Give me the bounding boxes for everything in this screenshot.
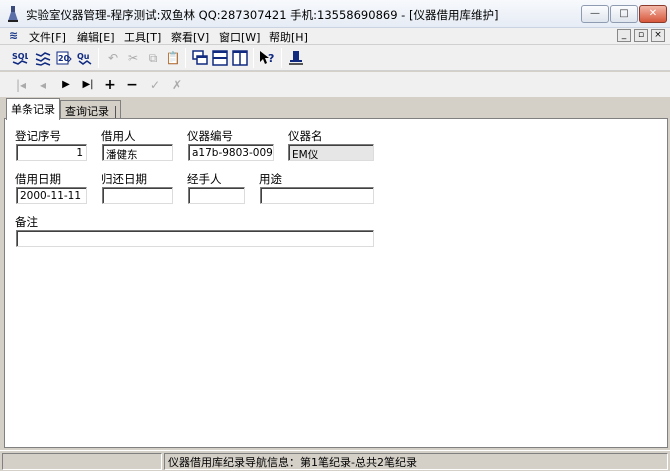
- toolbar-separator: [253, 48, 254, 68]
- menu-help[interactable]: 帮助[H]: [269, 29, 308, 45]
- toolbar-separator: [185, 48, 186, 68]
- report-icon-4: Qu: [77, 52, 92, 65]
- instrument-name-label: 仪器名: [288, 129, 323, 143]
- cut-button[interactable]: ✂: [123, 48, 143, 68]
- cascade-icon: [192, 50, 208, 65]
- maximize-button[interactable]: □: [610, 5, 638, 23]
- single-record-panel: 登记序号 1 借用人 潘健东 仪器编号 a17b-9803-009 仪器名 EM…: [4, 118, 668, 448]
- next-record-button[interactable]: ▶: [56, 75, 76, 95]
- return-date-label: 归还日期: [101, 172, 147, 186]
- tab-strip: 单条记录 查询记录: [0, 97, 670, 120]
- undo-icon: ↶: [107, 51, 119, 65]
- report-icon-1: SQL: [12, 52, 28, 65]
- delete-record-button[interactable]: −: [122, 75, 142, 95]
- menu-view[interactable]: 察看[V]: [171, 29, 209, 45]
- tab-single-record[interactable]: 单条记录: [6, 98, 60, 120]
- report-icon-3: 20: [56, 51, 72, 65]
- remark-field[interactable]: [16, 230, 374, 247]
- help-button[interactable]: ?: [258, 48, 278, 68]
- mdi-close-button[interactable]: ×: [651, 29, 665, 42]
- tile-vertical-button[interactable]: [230, 48, 250, 68]
- svg-text:SQL: SQL: [12, 52, 28, 61]
- borrower-label: 借用人: [101, 129, 136, 143]
- handler-field[interactable]: [188, 187, 245, 204]
- cancel-record-button[interactable]: ✗: [167, 75, 187, 95]
- reg-no-label: 登记序号: [15, 129, 61, 143]
- status-bar: 仪器借用库纪录导航信息：第1笔纪录-总共2笔纪录: [0, 450, 670, 471]
- report-button-3[interactable]: 20: [54, 48, 74, 68]
- purpose-label: 用途: [259, 172, 282, 186]
- tab-query-records-label: 查询记录: [65, 105, 109, 118]
- borrow-date-field[interactable]: 2000-11-11: [16, 187, 87, 204]
- main-toolbar: SQL 20 Qu ↶ ✂ ⧉ 📋 ?: [0, 45, 670, 71]
- delete-record-icon: −: [126, 77, 138, 93]
- window-title: 实验室仪器管理-程序测试:双鱼林 QQ:287307421 手机:1355869…: [26, 8, 499, 22]
- last-record-icon: ▶|: [82, 79, 94, 90]
- report-icon-2: [35, 52, 51, 66]
- borrow-date-label: 借用日期: [15, 172, 61, 186]
- navigation-toolbar: |◂ ◂ ▶ ▶| + − ✓ ✗: [0, 72, 670, 97]
- remark-label: 备注: [15, 215, 38, 229]
- prev-record-button[interactable]: ◂: [33, 75, 53, 95]
- next-record-icon: ▶: [62, 79, 70, 90]
- paste-button[interactable]: 📋: [163, 48, 183, 68]
- instrument-no-field[interactable]: a17b-9803-009: [188, 144, 274, 161]
- cancel-record-icon: ✗: [171, 78, 183, 92]
- menu-tools[interactable]: 工具[T]: [124, 29, 161, 45]
- report-button-2[interactable]: [33, 48, 53, 68]
- menu-edit[interactable]: 编辑[E]: [77, 29, 115, 45]
- prev-record-icon: ◂: [39, 78, 47, 92]
- close-button[interactable]: ✕: [639, 5, 667, 23]
- copy-button[interactable]: ⧉: [143, 48, 163, 68]
- menu-file[interactable]: 文件[F]: [29, 29, 66, 45]
- mdi-minimize-button[interactable]: _: [617, 29, 631, 42]
- add-record-icon: +: [104, 77, 116, 93]
- instrument-name-field: EM仪: [288, 144, 374, 161]
- return-date-field[interactable]: [102, 187, 173, 204]
- tile-horizontal-icon: [212, 50, 228, 66]
- first-record-icon: |◂: [15, 78, 27, 92]
- app-icon: [8, 6, 18, 22]
- exit-icon: [289, 51, 303, 65]
- edit-record-icon: ✓: [149, 78, 161, 92]
- paste-icon: 📋: [165, 51, 181, 65]
- edit-record-button[interactable]: ✓: [145, 75, 165, 95]
- svg-text:Qu: Qu: [77, 52, 90, 61]
- mdi-restore-button[interactable]: ▫: [634, 29, 648, 42]
- toolbar-separator: [98, 48, 99, 68]
- tile-horizontal-button[interactable]: [210, 48, 230, 68]
- add-record-button[interactable]: +: [100, 75, 120, 95]
- first-record-button[interactable]: |◂: [11, 75, 31, 95]
- menu-window[interactable]: 窗口[W]: [219, 29, 260, 45]
- report-button-4[interactable]: Qu: [75, 48, 95, 68]
- status-pane-left: [2, 453, 162, 470]
- purpose-field[interactable]: [260, 187, 374, 204]
- minimize-button[interactable]: —: [581, 5, 609, 23]
- tile-vertical-icon: [232, 50, 248, 66]
- report-button-1[interactable]: SQL: [10, 48, 30, 68]
- tab-single-record-label: 单条记录: [11, 103, 55, 116]
- reg-no-field[interactable]: 1: [16, 144, 87, 161]
- copy-icon: ⧉: [148, 51, 158, 65]
- handler-label: 经手人: [187, 172, 222, 186]
- menu-bar: ≋ 文件[F] 编辑[E] 工具[T] 察看[V] 窗口[W] 帮助[H] _ …: [0, 28, 670, 45]
- instrument-no-label: 仪器编号: [187, 129, 233, 143]
- mdi-child-icon[interactable]: ≋: [9, 29, 18, 42]
- tab-query-records[interactable]: 查询记录: [60, 100, 121, 119]
- cut-icon: ✂: [127, 51, 139, 65]
- last-record-button[interactable]: ▶|: [78, 75, 98, 95]
- title-bar: 实验室仪器管理-程序测试:双鱼林 QQ:287307421 手机:1355869…: [0, 0, 670, 28]
- svg-text:?: ?: [268, 52, 274, 65]
- status-text: 仪器借用库纪录导航信息：第1笔纪录-总共2笔纪录: [168, 456, 417, 469]
- undo-button[interactable]: ↶: [103, 48, 123, 68]
- help-icon: ?: [260, 51, 274, 65]
- borrower-field[interactable]: 潘健东: [102, 144, 173, 161]
- toolbar-separator: [281, 48, 282, 68]
- cascade-button[interactable]: [190, 48, 210, 68]
- exit-button[interactable]: [286, 48, 306, 68]
